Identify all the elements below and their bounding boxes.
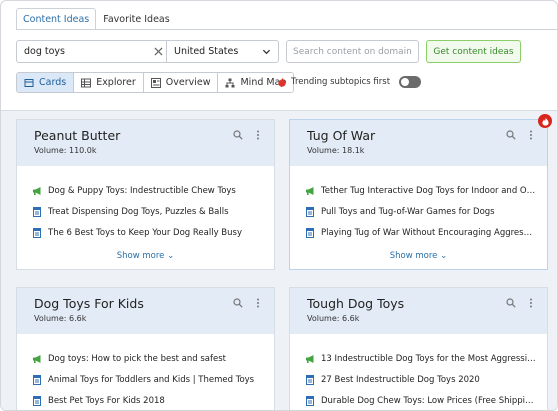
card-header: Dog Toys For Kids Volume: 6.6k: [17, 288, 274, 334]
view-overview-button[interactable]: Overview: [143, 73, 219, 92]
view-explorer-label: Explorer: [96, 77, 136, 88]
item-title: Tether Tug Interactive Dog Toys for Indo…: [321, 185, 536, 196]
page-icon: [33, 206, 41, 217]
content-ideas-panel: Content Ideas Favorite Ideas United Stat…: [0, 0, 558, 411]
list-item[interactable]: Best Pet Toys For Kids 2018: [32, 390, 274, 410]
chevron-down-icon: ⌄: [167, 251, 175, 261]
view-explorer-button[interactable]: Explorer: [74, 73, 144, 92]
megaphone-icon: [306, 354, 314, 363]
keyword-search-group: United States: [16, 40, 279, 63]
view-switcher: Cards Explorer Overview Mind Map: [16, 72, 295, 93]
keyword-input[interactable]: [17, 41, 150, 62]
tab-content-ideas[interactable]: Content Ideas: [16, 8, 97, 29]
list-item[interactable]: Dog & Puppy Toys: Indestructible Chew To…: [32, 180, 274, 201]
item-title: Best Pet Toys For Kids 2018: [48, 395, 165, 406]
list-item[interactable]: 27 Best Indestructible Dog Toys 2020: [305, 369, 547, 390]
search-icon[interactable]: [233, 298, 243, 308]
card-volume: Volume: 110.0k: [34, 146, 97, 155]
flame-icon: [278, 77, 286, 87]
page-icon: [33, 227, 41, 238]
list-item[interactable]: Animal Toys for Toddlers and Kids | Them…: [32, 369, 274, 390]
more-menu-icon[interactable]: [526, 130, 536, 140]
card-header: Tough Dog Toys Volume: 6.6k: [290, 288, 547, 334]
item-title: Playing Tug of War Without Encouraging A…: [321, 227, 536, 238]
list-item[interactable]: Dog toys: How to pick the best and safes…: [32, 348, 274, 369]
trending-label: Trending subtopics first: [291, 77, 391, 87]
item-title: Treat Dispensing Dog Toys, Puzzles & Bal…: [48, 206, 229, 217]
item-title: Pull Toys and Tug-of-War Games for Dogs: [321, 206, 495, 217]
page-icon: [33, 374, 41, 385]
tab-favorite-ideas[interactable]: Favorite Ideas: [96, 8, 176, 29]
item-title: The 6 Best Toys to Keep Your Dog Really …: [48, 227, 242, 238]
toggle-knob: [401, 78, 410, 86]
item-title: Dog toys: How to pick the best and safes…: [48, 353, 226, 364]
idea-card: Tug Of War Volume: 18.1k Tether Tug Inte…: [289, 119, 548, 270]
search-icon[interactable]: [506, 130, 516, 140]
card-volume: Volume: 6.6k: [307, 314, 360, 323]
view-overview-label: Overview: [165, 77, 211, 88]
idea-card: Dog Toys For Kids Volume: 6.6k Dog toys:…: [16, 287, 275, 410]
tab-bar: Content Ideas Favorite Ideas: [16, 8, 177, 29]
item-title: 27 Best Indestructible Dog Toys 2020: [321, 374, 480, 385]
view-cards-label: Cards: [39, 77, 67, 88]
megaphone-icon: [306, 186, 314, 195]
list-item[interactable]: Pull Toys and Tug-of-War Games for Dogs: [305, 201, 547, 222]
idea-card: Peanut Butter Volume: 110.0k Dog & Puppy…: [16, 119, 275, 270]
list-item[interactable]: Durable Dog Chew Toys: Low Prices (Free …: [305, 390, 547, 410]
cards-icon: [24, 78, 34, 87]
idea-card: Tough Dog Toys Volume: 6.6k 13 Indestruc…: [289, 287, 548, 410]
show-more-link[interactable]: Show more ⌄: [290, 251, 547, 261]
chevron-down-icon: [262, 49, 271, 55]
search-icon[interactable]: [233, 130, 243, 140]
card-volume: Volume: 18.1k: [307, 146, 365, 155]
item-title: Durable Dog Chew Toys: Low Prices (Free …: [321, 395, 536, 406]
item-title: Dog & Puppy Toys: Indestructible Chew To…: [48, 185, 236, 196]
table-icon: [81, 78, 92, 87]
show-more-label: Show more: [116, 251, 165, 261]
more-menu-icon[interactable]: [526, 298, 536, 308]
trending-badge: [538, 114, 552, 128]
overview-icon: [150, 77, 161, 88]
page-icon: [306, 395, 314, 406]
megaphone-icon: [33, 354, 41, 363]
chevron-down-icon: ⌄: [440, 251, 448, 261]
list-item[interactable]: The 6 Best Toys to Keep Your Dog Really …: [32, 222, 274, 243]
page-icon: [306, 374, 314, 385]
card-volume: Volume: 6.6k: [34, 314, 87, 323]
page-icon: [306, 227, 314, 238]
trending-toggle-row: Trending subtopics first: [278, 76, 422, 88]
mindmap-icon: [225, 78, 235, 87]
more-menu-icon[interactable]: [253, 298, 263, 308]
get-content-ideas-button[interactable]: Get content ideas: [426, 40, 521, 63]
clear-icon[interactable]: [150, 41, 166, 62]
show-more-label: Show more: [389, 251, 438, 261]
tab-divider: [16, 29, 557, 30]
item-title: Animal Toys for Toddlers and Kids | Them…: [48, 374, 255, 385]
more-menu-icon[interactable]: [253, 130, 263, 140]
show-more-link[interactable]: Show more ⌄: [17, 251, 274, 261]
page-icon: [306, 206, 314, 217]
country-select[interactable]: United States: [166, 41, 278, 62]
view-cards-button[interactable]: Cards: [17, 73, 75, 92]
card-header: Tug Of War Volume: 18.1k: [290, 120, 547, 166]
country-select-value: United States: [174, 46, 239, 57]
list-item[interactable]: Playing Tug of War Without Encouraging A…: [305, 222, 547, 243]
trending-toggle[interactable]: [399, 76, 422, 88]
list-item[interactable]: Tether Tug Interactive Dog Toys for Indo…: [305, 180, 547, 201]
megaphone-icon: [33, 186, 41, 195]
item-title: 13 Indestructible Dog Toys for the Most …: [321, 353, 536, 364]
search-icon[interactable]: [506, 298, 516, 308]
page-icon: [33, 395, 41, 406]
flame-icon: [541, 117, 549, 125]
list-item[interactable]: 13 Indestructible Dog Toys for the Most …: [305, 348, 547, 369]
list-item[interactable]: Treat Dispensing Dog Toys, Puzzles & Bal…: [32, 201, 274, 222]
domain-search-input[interactable]: [286, 40, 419, 63]
cards-grid: Peanut Butter Volume: 110.0k Dog & Puppy…: [1, 110, 557, 410]
card-header: Peanut Butter Volume: 110.0k: [17, 120, 274, 166]
